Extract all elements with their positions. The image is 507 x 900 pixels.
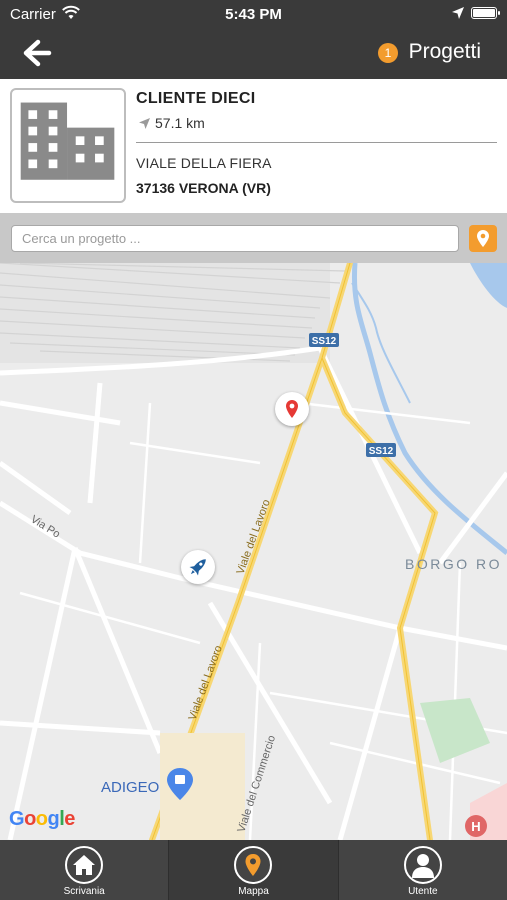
tab-label: Scrivania xyxy=(63,886,105,897)
divider xyxy=(136,142,497,143)
clock: 5:43 PM xyxy=(225,6,282,23)
map-view[interactable]: SS12 SS12 Via Po Viale del Lavoro Viale … xyxy=(0,263,507,840)
client-address: VIALE DELLA FIERA xyxy=(136,155,272,171)
map-pin-icon xyxy=(477,230,489,247)
building-icon xyxy=(10,88,126,203)
search-bar xyxy=(0,213,507,263)
tab-label: Utente xyxy=(408,886,438,897)
home-icon xyxy=(65,846,104,884)
projects-count-badge: 1 xyxy=(378,43,398,63)
tab-utente[interactable]: Utente xyxy=(339,840,507,900)
search-input[interactable] xyxy=(11,225,459,252)
tab-bar: Scrivania Mappa Utente xyxy=(0,840,507,900)
top-bar: Carrier 5:43 PM 1 Progetti xyxy=(0,0,507,79)
tab-mappa[interactable]: Mappa xyxy=(169,840,339,900)
adigeo-label: ADIGEO xyxy=(101,779,159,796)
rocket-icon xyxy=(189,559,206,576)
status-bar: Carrier 5:43 PM xyxy=(0,0,507,28)
via-po-label: Via Po xyxy=(28,513,62,540)
client-card[interactable]: CLIENTE DIECI 57.1 km VIALE DELLA FIERA … xyxy=(0,79,507,213)
svg-text:H: H xyxy=(471,819,480,834)
hospital-poi-icon: H xyxy=(465,815,487,837)
map-pin-icon xyxy=(286,400,298,418)
viale-lavoro-bottom-label: Viale del Lavoro xyxy=(187,644,225,722)
project-marker[interactable] xyxy=(181,550,215,584)
user-icon xyxy=(403,846,442,884)
location-arrow-icon xyxy=(452,7,464,19)
client-name: CLIENTE DIECI xyxy=(136,90,256,107)
tab-label: Mappa xyxy=(238,886,269,897)
battery-icon xyxy=(471,7,500,19)
map-pin-icon xyxy=(234,846,273,884)
tab-scrivania[interactable]: Scrivania xyxy=(0,840,170,900)
nav-title[interactable]: Progetti xyxy=(409,40,481,64)
client-distance: 57.1 km xyxy=(155,115,205,131)
back-arrow-icon[interactable] xyxy=(22,38,52,68)
ss12-top-label: SS12 xyxy=(312,336,337,347)
client-location-marker[interactable] xyxy=(275,392,309,426)
client-city: 37136 VERONA (VR) xyxy=(136,180,271,196)
navigation-arrow-icon xyxy=(139,118,150,129)
map-canvas: SS12 SS12 Via Po Viale del Lavoro Viale … xyxy=(0,263,507,840)
locate-button[interactable] xyxy=(469,225,497,252)
google-logo: Google xyxy=(9,808,75,830)
ss12-mid-label: SS12 xyxy=(369,446,394,457)
borgo-label: BORGO RO xyxy=(405,556,502,572)
